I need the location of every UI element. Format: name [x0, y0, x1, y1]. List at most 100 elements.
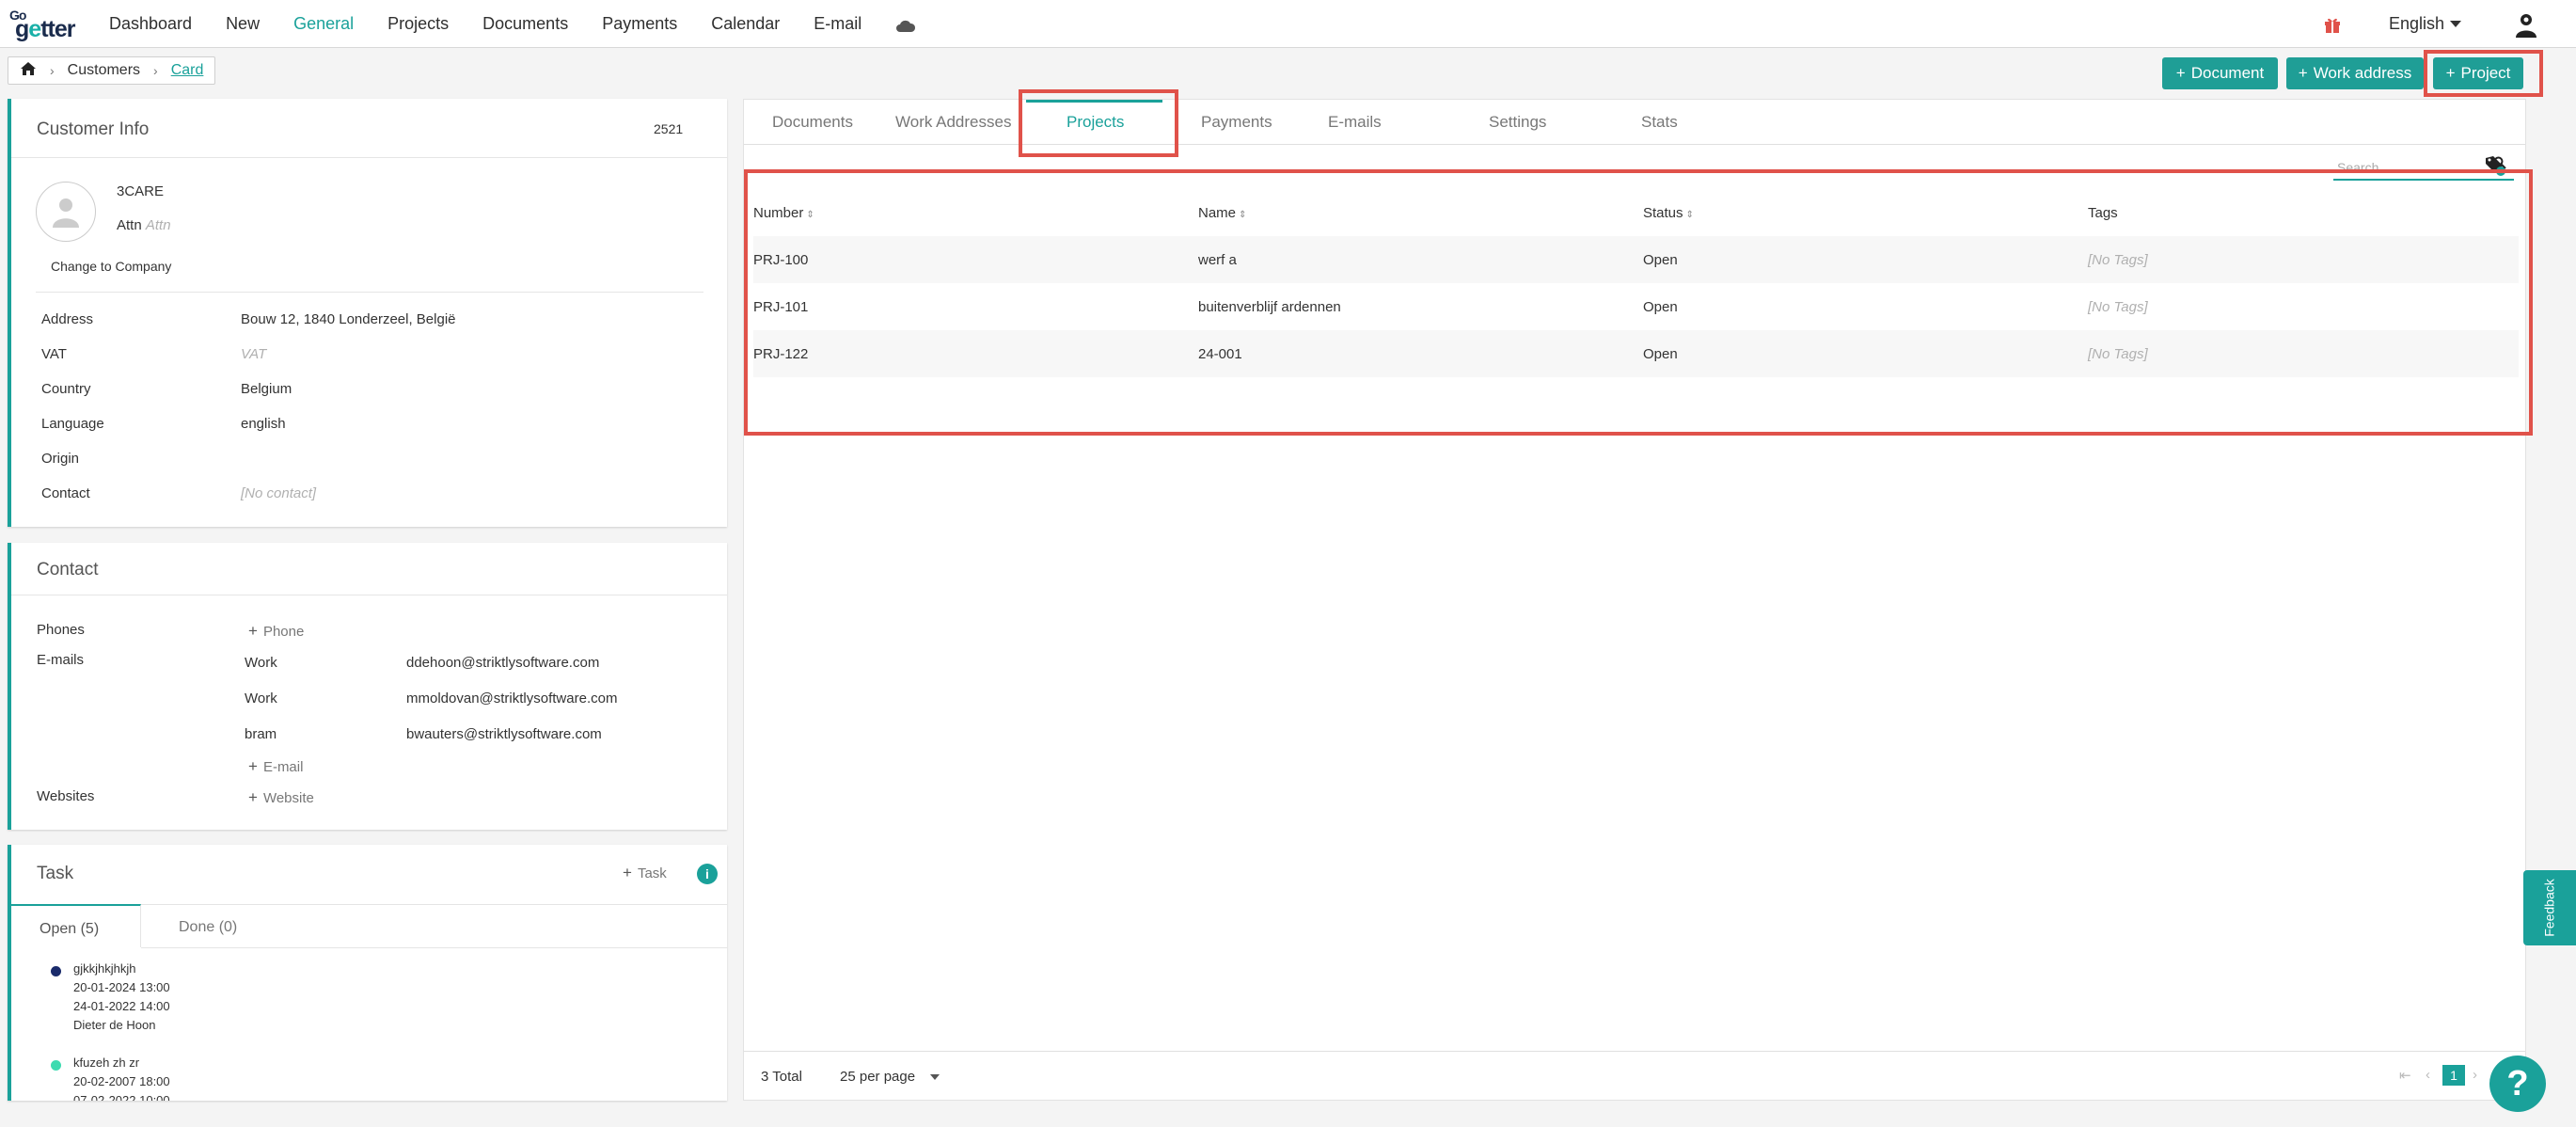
tab-done-tasks[interactable]: Done (0) [179, 919, 237, 936]
phones-label: Phones [37, 622, 85, 638]
contact-value[interactable]: [No contact] [241, 485, 316, 501]
next-page-icon[interactable]: › [2473, 1067, 2477, 1083]
email-address-3[interactable]: bwauters@striktlysoftware.com [406, 726, 602, 742]
user-icon[interactable] [2514, 11, 2538, 38]
nav-projects[interactable]: Projects [387, 14, 449, 34]
customer-id: 2521 [654, 121, 684, 136]
language-selector[interactable]: English [2389, 14, 2461, 34]
col-name-label: Name [1198, 204, 1237, 221]
nav-payments[interactable]: Payments [602, 14, 677, 34]
sort-icon[interactable]: ⇕ [1239, 210, 1246, 220]
add-task-button[interactable]: + Task [623, 864, 667, 882]
tab-settings[interactable]: Settings [1489, 113, 1546, 132]
per-page-select[interactable]: 25 per page [840, 1069, 940, 1085]
add-website-button[interactable]: + Website [248, 788, 314, 807]
email-address-1[interactable]: ddehoon@striktlysoftware.com [406, 655, 599, 671]
table-header-row: Number ⇕ Name ⇕ Status ⇕ Tags [753, 189, 2519, 236]
page-number[interactable]: 1 [2442, 1065, 2465, 1086]
breadcrumb-card[interactable]: Card [171, 62, 204, 79]
tab-open-label: Open (5) [40, 921, 100, 937]
cell-name[interactable]: buitenverblijf ardennen [1198, 283, 1643, 330]
task-title: Task [37, 864, 74, 883]
cell-status: Open [1643, 298, 1678, 315]
plus-icon: + [2175, 64, 2186, 82]
language-value[interactable]: english [241, 416, 286, 432]
table-row[interactable]: PRJ-122 24-001 Open [No Tags] [753, 330, 2519, 377]
vat-field[interactable]: VAT [241, 346, 266, 362]
attn-input[interactable]: Attn [146, 217, 171, 233]
nav-email[interactable]: E-mail [814, 14, 861, 34]
person-icon [53, 198, 79, 228]
cell-tags[interactable]: [No Tags] [2088, 236, 2519, 283]
chevron-right-icon: › [153, 63, 158, 78]
gogetter-logo[interactable]: Go getter [8, 7, 83, 42]
gift-icon[interactable] [2323, 15, 2342, 34]
nav-new[interactable]: New [226, 14, 260, 34]
col-number[interactable]: Number ⇕ [753, 189, 1198, 236]
table-row[interactable]: PRJ-101 buitenverblijf ardennen Open [No… [753, 283, 2519, 330]
main-nav: Dashboard New General Projects Documents… [109, 0, 950, 48]
avatar[interactable] [36, 182, 96, 242]
add-email-label: E-mail [262, 759, 304, 775]
add-email-button[interactable]: + E-mail [248, 757, 303, 776]
tab-work-addresses[interactable]: Work Addresses [895, 113, 1011, 132]
origin-label: Origin [41, 451, 80, 467]
sort-icon[interactable]: ⇕ [806, 210, 814, 220]
prev-page-icon[interactable]: ‹ [2426, 1067, 2430, 1083]
add-phone-button[interactable]: + Phone [248, 622, 304, 641]
cell-tags[interactable]: [No Tags] [2088, 330, 2519, 377]
logo-g: g [15, 16, 29, 42]
add-work-address-button[interactable]: + Work address [2286, 57, 2424, 89]
cloud-icon[interactable] [895, 18, 916, 32]
cell-name[interactable]: werf a [1198, 236, 1643, 283]
home-icon[interactable] [20, 61, 37, 80]
col-name[interactable]: Name ⇕ [1198, 189, 1643, 236]
tab-emails[interactable]: E-mails [1328, 113, 1382, 132]
tab-payments[interactable]: Payments [1201, 113, 1272, 132]
feedback-tab[interactable]: Feedback [2523, 870, 2576, 945]
sort-icon[interactable]: ⇕ [1686, 210, 1694, 220]
col-status[interactable]: Status ⇕ [1643, 189, 2088, 236]
task-1-title[interactable]: gjkkjhkjhkjh [73, 961, 135, 976]
add-website-label: Website [262, 790, 314, 806]
vat-label: VAT [41, 346, 67, 362]
cell-number[interactable]: PRJ-101 [753, 283, 1198, 330]
info-icon[interactable]: i [697, 864, 718, 884]
cell-number[interactable]: PRJ-122 [753, 330, 1198, 377]
add-project-button[interactable]: + Project [2433, 57, 2523, 89]
tab-open-tasks[interactable]: Open (5) [11, 904, 141, 947]
email-type-2[interactable]: Work [245, 690, 277, 706]
country-value[interactable]: Belgium [241, 381, 292, 397]
task-2-title[interactable]: kfuzeh zh zr [73, 1056, 139, 1070]
email-address-2[interactable]: mmoldovan@striktlysoftware.com [406, 690, 617, 706]
add-phone-label: Phone [262, 624, 305, 640]
nav-dashboard[interactable]: Dashboard [109, 14, 192, 34]
tab-stats[interactable]: Stats [1641, 113, 1678, 132]
first-page-icon[interactable]: ⇤ [2399, 1067, 2411, 1084]
customer-name[interactable]: 3CARE [117, 183, 164, 199]
logo-e: e [28, 16, 41, 42]
add-document-button[interactable]: + Document [2162, 57, 2278, 89]
tags-filter-icon[interactable] [2484, 154, 2506, 177]
task-panel: Task + Task i Open (5) Done (0) gjkkjhkjh… [8, 845, 727, 1101]
col-tags-label: Tags [2088, 204, 2118, 221]
nav-calendar[interactable]: Calendar [711, 14, 780, 34]
per-page-label: 25 per page [840, 1069, 916, 1085]
tab-projects[interactable]: Projects [1067, 113, 1124, 132]
plus-icon: + [248, 622, 258, 640]
cell-tags[interactable]: [No Tags] [2088, 283, 2519, 330]
email-type-3[interactable]: bram [245, 726, 277, 742]
cell-number[interactable]: PRJ-100 [753, 236, 1198, 283]
table-row[interactable]: PRJ-100 werf a Open [No Tags] [753, 236, 2519, 283]
breadcrumb-customers[interactable]: Customers [68, 62, 140, 79]
help-button[interactable]: ? [2489, 1056, 2546, 1112]
customer-info-panel: Customer Info 2521 3CARE Attn Attn Chang… [8, 99, 727, 527]
address-value[interactable]: Bouw 12, 1840 Londerzeel, België [241, 311, 456, 327]
nav-general[interactable]: General [293, 14, 354, 34]
email-type-1[interactable]: Work [245, 655, 277, 671]
cell-name[interactable]: 24-001 [1198, 330, 1643, 377]
nav-documents[interactable]: Documents [482, 14, 568, 34]
top-right-controls: English [2323, 0, 2576, 48]
tab-documents[interactable]: Documents [772, 113, 853, 132]
change-to-company-link[interactable]: Change to Company [51, 259, 171, 274]
